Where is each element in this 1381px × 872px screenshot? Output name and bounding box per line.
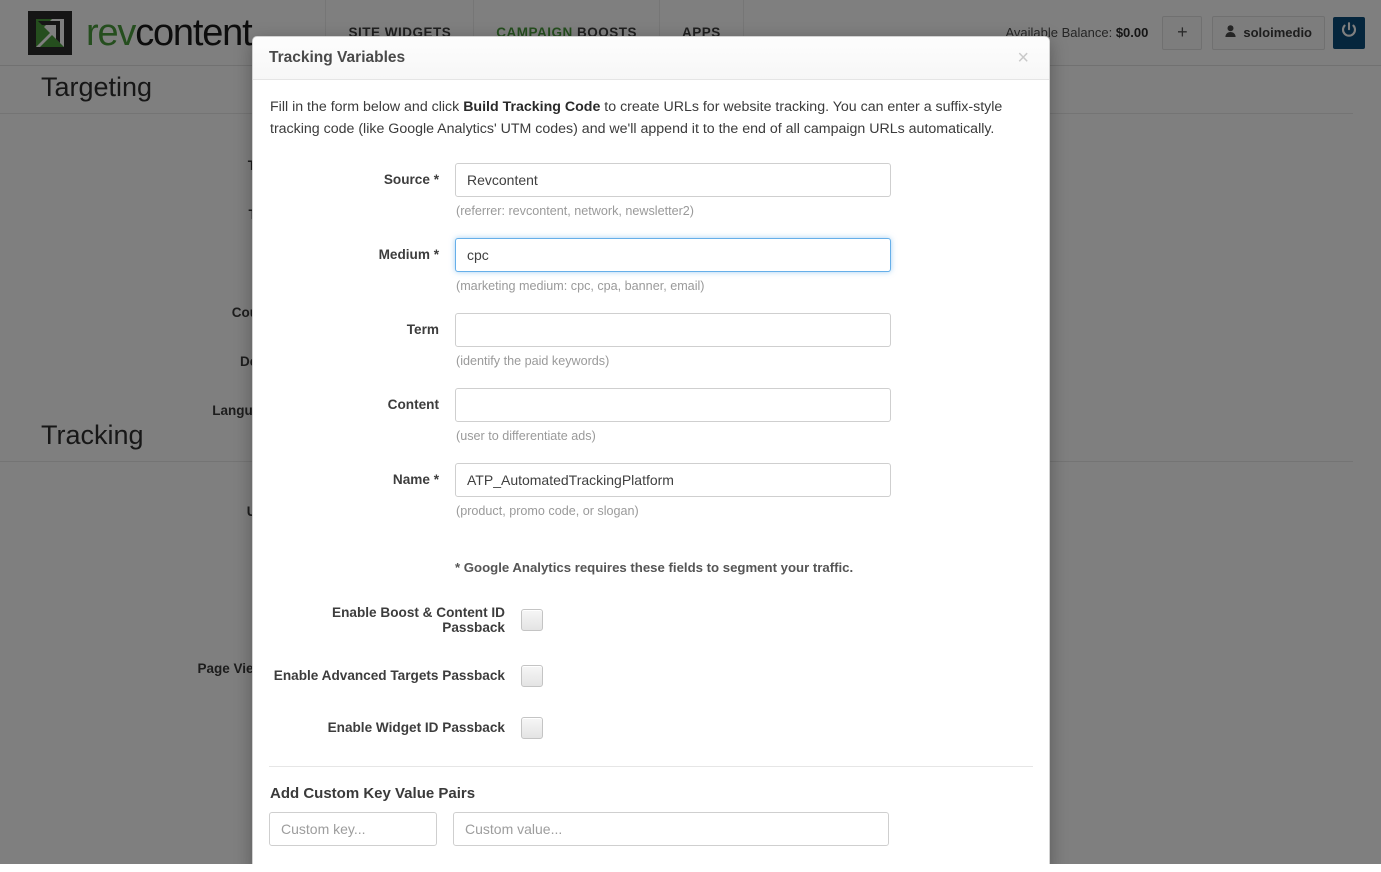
- toggle-row-boost-content-id: Enable Boost & Content ID Passback: [269, 605, 1033, 635]
- name-input[interactable]: [455, 462, 891, 497]
- field-row-content: Content (user to differentiate ads): [269, 387, 1033, 463]
- field-row-medium: Medium * (marketing medium: cpc, cpa, ba…: [269, 237, 1033, 313]
- widget-id-label: Enable Widget ID Passback: [327, 720, 505, 736]
- field-row-source: Source * (referrer: revcontent, network,…: [269, 162, 1033, 238]
- section-divider: [269, 765, 1033, 767]
- custom-pairs-row: [269, 811, 1033, 846]
- field-row-term: Term (identify the paid keywords): [269, 312, 1033, 388]
- google-analytics-note: * Google Analytics requires these fields…: [455, 559, 854, 575]
- close-icon[interactable]: ×: [1013, 46, 1033, 70]
- term-input[interactable]: [455, 312, 891, 347]
- boost-content-id-checkbox[interactable]: [521, 608, 543, 631]
- page-bottom-strip: [0, 864, 1381, 872]
- medium-input[interactable]: [455, 237, 891, 272]
- advanced-targets-checkbox[interactable]: [521, 664, 543, 687]
- content-label: Content: [387, 396, 439, 412]
- content-hint: (user to differentiate ads): [456, 428, 596, 443]
- custom-key-input[interactable]: [269, 811, 437, 846]
- custom-value-input[interactable]: [453, 811, 889, 846]
- medium-hint: (marketing medium: cpc, cpa, banner, ema…: [456, 278, 705, 293]
- advanced-targets-label: Enable Advanced Targets Passback: [273, 668, 505, 684]
- name-label: Name *: [392, 471, 439, 487]
- intro-pre: Fill in the form below and click: [270, 99, 464, 115]
- term-label: Term: [406, 321, 439, 337]
- toggle-row-widget-id: Enable Widget ID Passback: [269, 716, 1033, 739]
- modal-title: Tracking Variables: [269, 49, 406, 66]
- custom-pairs-title: Add Custom Key Value Pairs: [270, 784, 476, 802]
- source-label: Source *: [383, 171, 439, 187]
- boost-content-id-label: Enable Boost & Content ID Passback: [332, 604, 505, 635]
- source-hint: (referrer: revcontent, network, newslett…: [456, 203, 694, 218]
- intro-bold: Build Tracking Code: [463, 99, 601, 115]
- widget-id-checkbox[interactable]: [521, 716, 543, 739]
- toggle-row-advanced-targets: Enable Advanced Targets Passback: [269, 664, 1033, 687]
- modal-header: Tracking Variables ×: [253, 37, 1049, 80]
- modal-body: Fill in the form below and click Build T…: [253, 80, 1049, 846]
- source-input[interactable]: [455, 162, 891, 197]
- medium-label: Medium *: [378, 246, 439, 262]
- modal-intro-text: Fill in the form below and click Build T…: [269, 96, 1033, 141]
- term-hint: (identify the paid keywords): [456, 353, 610, 368]
- name-hint: (product, promo code, or slogan): [456, 503, 639, 518]
- tracking-variables-modal: Tracking Variables × Fill in the form be…: [252, 36, 1050, 872]
- field-row-name: Name * (product, promo code, or slogan): [269, 462, 1033, 538]
- app-root: revcontent SITE WIDGETS CAMPAIGN BOOSTS …: [0, 0, 1381, 872]
- content-input[interactable]: [455, 387, 891, 422]
